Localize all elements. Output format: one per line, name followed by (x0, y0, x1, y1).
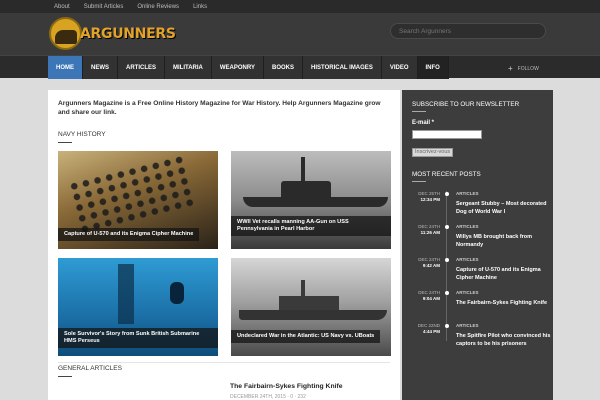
intro-text: Argunners Magazine is a Free Online Hist… (58, 100, 381, 116)
ship-superstructure (279, 296, 339, 310)
top-link-about[interactable]: About (54, 4, 70, 10)
follow-label: FOLLOW (517, 65, 539, 72)
nav-home[interactable]: HOME (48, 56, 83, 79)
general-articles-title: GENERAL ARTICLES (58, 365, 122, 372)
post-date: DEC 25TH 12:34 PM (418, 191, 440, 202)
card-caption: WWII Vet recalls manning AA-Gun on USS P… (231, 216, 391, 236)
timeline-dot-icon (445, 225, 449, 229)
post-title[interactable]: Sergeant Stubby – Most decorated Dog of … (456, 200, 551, 216)
nav-video[interactable]: VIDEO (381, 56, 418, 79)
article-meta: DECEMBER 24TH, 2015 · 0 · 232 (230, 394, 306, 400)
timeline-dot-icon (445, 324, 449, 328)
subscribe-button[interactable]: Inscrivez-vous (412, 148, 454, 157)
sidebar: SUBSCRIBE TO OUR NEWSLETTER E-mail * Ins… (402, 90, 553, 400)
follow-button[interactable]: + FOLLOW (508, 64, 539, 73)
post-title[interactable]: The Fairbairn-Sykes Fighting Knife (456, 299, 551, 307)
post-date: DEC 22ND 4:44 PM (417, 323, 440, 334)
ship-hull (239, 310, 387, 320)
recent-post[interactable]: DEC 24TH 9:04 AM ARTICLES The Fairbairn-S… (412, 290, 553, 322)
sidebar-underline (412, 181, 426, 182)
post-category: ARTICLES (456, 323, 479, 328)
section-divider (58, 362, 390, 363)
recent-post[interactable]: DEC 24TH 11:26 AM ARTICLES Willys MB brou… (412, 224, 553, 256)
main-nav: HOME NEWS ARTICLES MILITARIA WEAPONRY BO… (0, 55, 600, 79)
search-input[interactable] (390, 23, 546, 39)
nav-news[interactable]: NEWS (83, 56, 118, 79)
card-caption: Capture of U-570 and its Enigma Cipher M… (58, 228, 200, 241)
section-underline (58, 142, 72, 143)
newsletter-title: SUBSCRIBE TO OUR NEWSLETTER (412, 101, 520, 108)
wreck-image (118, 264, 134, 324)
wolf-logo-icon (49, 17, 82, 50)
article-title[interactable]: The Fairbairn-Sykes Fighting Knife (230, 383, 343, 390)
recent-post[interactable]: DEC 24TH 9:42 AM ARTICLES Capture of U-57… (412, 257, 553, 289)
card-caption: Sole Survivor's Story from Sunk British … (58, 328, 218, 348)
site-header: ARGUNNERS (0, 13, 600, 55)
post-date: DEC 24TH 11:26 AM (418, 224, 440, 235)
post-title[interactable]: Willys MB brought back from Normandy (456, 233, 551, 249)
article-card[interactable]: Undeclared War in the Atlantic: US Navy … (231, 258, 391, 356)
post-category: ARTICLES (456, 257, 479, 262)
navy-history-title: NAVY HISTORY (58, 131, 106, 138)
post-date: DEC 24TH 9:42 AM (418, 257, 440, 268)
plus-icon: + (508, 64, 513, 73)
recent-post[interactable]: DEC 22ND 4:44 PM ARTICLES The Spitfire Pi… (412, 323, 553, 355)
timeline-dot-icon (445, 258, 449, 262)
sidebar-underline (412, 111, 426, 112)
top-link-online-reviews[interactable]: Online Reviews (137, 4, 179, 10)
timeline-dot-icon (445, 192, 449, 196)
post-title[interactable]: The Spitfire Pilot who convinced his cap… (456, 332, 551, 348)
post-title[interactable]: Capture of U-570 and its Enigma Cipher M… (456, 266, 551, 282)
main-content: Argunners Magazine is a Free Online Hist… (48, 90, 400, 400)
nav-books[interactable]: BOOKS (264, 56, 304, 79)
post-category: ARTICLES (456, 290, 479, 295)
top-link-submit-articles[interactable]: Submit Articles (84, 4, 124, 10)
card-caption: Undeclared War in the Atlantic: US Navy … (231, 330, 381, 343)
recent-posts-title: MOST RECENT POSTS (412, 171, 481, 178)
section-underline (58, 376, 72, 377)
ship-hull (243, 197, 388, 207)
email-field[interactable] (412, 130, 482, 139)
email-label: E-mail * (412, 120, 435, 126)
nav-militaria[interactable]: MILITARIA (165, 56, 212, 79)
recent-post[interactable]: DEC 25TH 12:34 PM ARTICLES Sergeant Stubb… (412, 191, 553, 223)
top-link-links[interactable]: Links (193, 4, 207, 10)
post-category: ARTICLES (456, 191, 479, 196)
logo-text: ARGUNNERS (80, 25, 176, 42)
post-date: DEC 24TH 9:04 AM (418, 290, 440, 301)
nav-weaponry[interactable]: WEAPONRY (211, 56, 265, 79)
article-card[interactable]: WWII Vet recalls manning AA-Gun on USS P… (231, 151, 391, 249)
ship-superstructure (281, 181, 331, 197)
enigma-keys-image (67, 153, 197, 236)
nav-info[interactable]: INFO (417, 56, 449, 79)
diver-image (170, 282, 184, 304)
timeline-dot-icon (445, 291, 449, 295)
article-card[interactable]: Capture of U-570 and its Enigma Cipher M… (58, 151, 218, 249)
nav-articles[interactable]: ARTICLES (118, 56, 165, 79)
post-category: ARTICLES (456, 224, 479, 229)
article-card[interactable]: Sole Survivor's Story from Sunk British … (58, 258, 218, 356)
top-links-bar: About Submit Articles Online Reviews Lin… (0, 0, 600, 13)
site-logo[interactable]: ARGUNNERS (49, 17, 176, 50)
nav-historical-images[interactable]: HISTORICAL IMAGES (303, 56, 382, 79)
